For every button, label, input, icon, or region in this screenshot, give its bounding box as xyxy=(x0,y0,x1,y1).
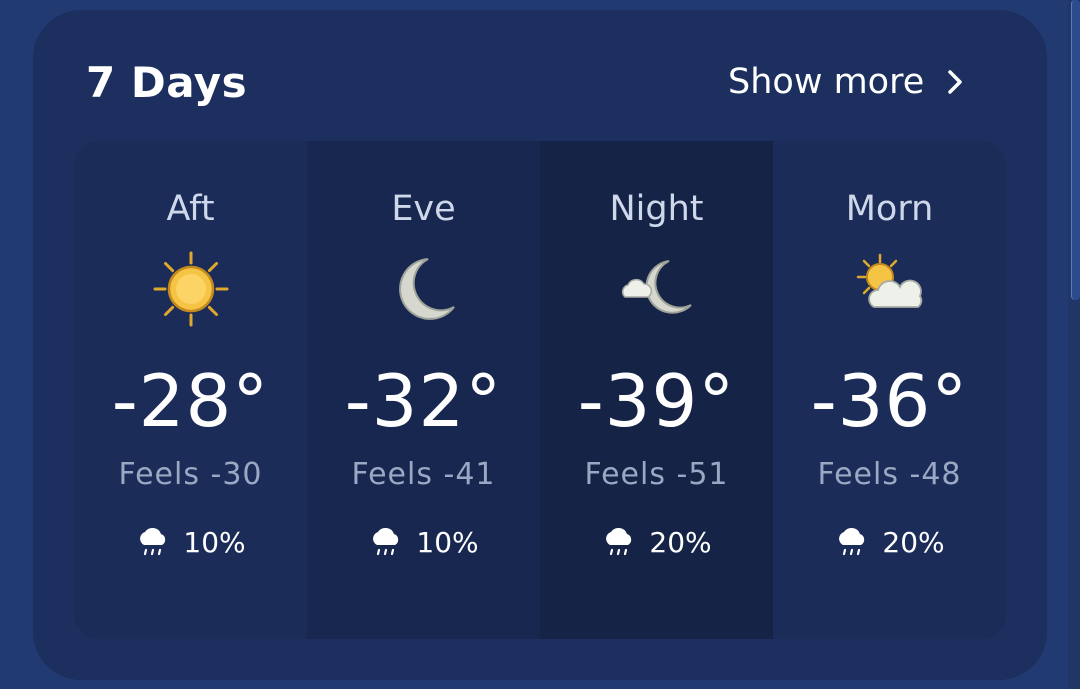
precipitation-chance: 10% xyxy=(74,525,307,559)
feels-like-value: Feels -48 xyxy=(817,457,962,492)
rain-cloud-icon xyxy=(373,527,399,556)
card-title: 7 Days xyxy=(86,58,248,107)
period-column-night[interactable]: Night -39° Feels -51 20% xyxy=(540,141,773,639)
feels-like-value: Feels -41 xyxy=(351,457,496,492)
temperature-value: -28° xyxy=(111,359,270,443)
rain-cloud-icon xyxy=(839,527,865,556)
period-label: Morn xyxy=(845,189,934,229)
precipitation-value: 20% xyxy=(649,525,712,559)
temperature-value: -32° xyxy=(344,359,503,443)
sun-cloud-icon xyxy=(856,253,922,308)
period-label: Night xyxy=(609,189,704,229)
periods-panel: Aft -28° Feels -30 10% Eve -32° Feels -4… xyxy=(74,141,1006,639)
temperature-value: -36° xyxy=(810,359,969,443)
period-column-aft[interactable]: Aft -28° Feels -30 10% xyxy=(74,141,307,639)
feels-like-value: Feels -30 xyxy=(118,457,263,492)
precipitation-value: 20% xyxy=(882,525,945,559)
precipitation-value: 10% xyxy=(416,525,479,559)
precipitation-value: 10% xyxy=(183,525,246,559)
show-more-label: Show more xyxy=(728,62,925,102)
show-more-button[interactable]: Show more xyxy=(728,58,968,106)
period-label: Eve xyxy=(391,189,456,229)
scrollbar-thumb[interactable] xyxy=(1071,0,1080,300)
period-label: Aft xyxy=(166,189,215,229)
sun-icon xyxy=(153,251,228,327)
cloud-moon-icon xyxy=(621,260,692,314)
chevron-right-icon xyxy=(948,70,962,94)
temperature-value: -39° xyxy=(577,359,736,443)
precipitation-chance: 20% xyxy=(540,525,773,559)
precipitation-chance: 10% xyxy=(307,525,540,559)
precipitation-chance: 20% xyxy=(773,525,1006,559)
rain-cloud-icon xyxy=(140,527,166,556)
period-column-morn[interactable]: Morn -36° Feels -48 20% xyxy=(773,141,1006,639)
feels-like-value: Feels -51 xyxy=(584,457,729,492)
moon-icon xyxy=(398,258,455,320)
rain-cloud-icon xyxy=(606,527,632,556)
period-column-eve[interactable]: Eve -32° Feels -41 10% xyxy=(307,141,540,639)
